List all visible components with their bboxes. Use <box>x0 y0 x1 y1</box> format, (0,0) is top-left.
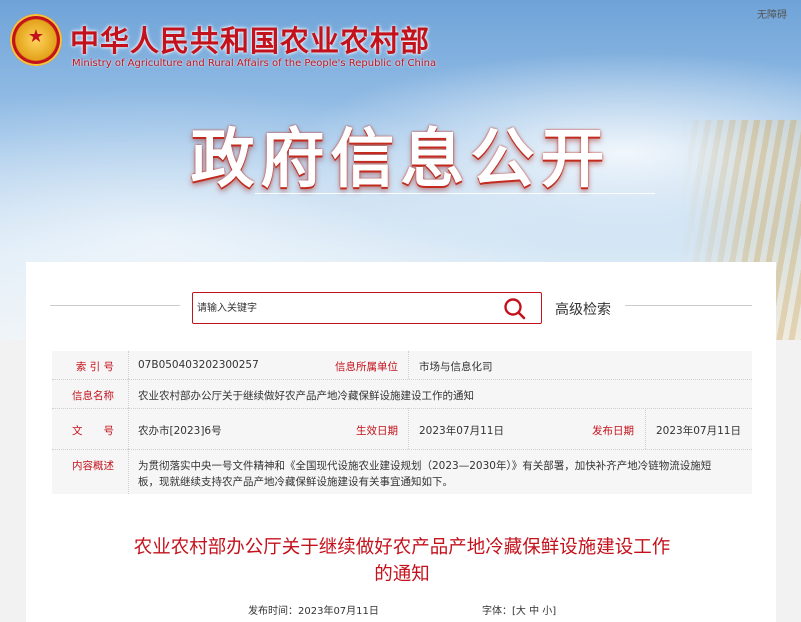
name-value: 农业农村部办公厅关于继续做好农产品产地冷藏保鲜设施建设工作的通知 <box>138 390 474 402</box>
meta-separator <box>645 408 647 449</box>
publish-date-value: 2023年07月11日 <box>656 425 741 437</box>
meta-separator <box>128 379 130 408</box>
search-divider-left <box>50 305 180 306</box>
unit-value: 市场与信息化司 <box>419 361 493 373</box>
summary-line-1: 为贯彻落实中央一号文件精神和《全国现代设施农业建设规划（2023—2030年）》… <box>138 460 712 472</box>
ministry-name-cn[interactable]: 中华人民共和国农业农村部 <box>70 18 430 60</box>
doc-number-value: 农办市[2023]6号 <box>138 425 222 437</box>
effective-date-value: 2023年07月11日 <box>419 425 504 437</box>
publish-date-label: 发布日期 <box>592 425 634 437</box>
meta-separator <box>408 408 410 449</box>
summary-label: 内容概述 <box>72 460 114 472</box>
document-title-line-2: 的通知 <box>374 564 430 585</box>
search-icon[interactable] <box>503 297 527 321</box>
name-label: 信息名称 <box>72 390 114 402</box>
accessibility-link[interactable]: 无障碍 <box>757 6 787 21</box>
index-label: 索 引 号 <box>75 361 114 373</box>
page-title: 政府信息公开 <box>190 123 611 197</box>
summary-line-2: 板，现就继续支持农产品产地冷藏保鲜设施建设有关事宜通知如下。 <box>138 476 453 488</box>
unit-label: 信息所属单位 <box>335 361 398 373</box>
font-size-selector[interactable]: 字体：[大 中 小] <box>482 602 556 617</box>
publish-time: 发布时间：2023年07月11日 <box>248 606 379 617</box>
meta-row-doc: 文 号 农办市[2023]6号 生效日期 2023年07月11日 发布日期 20… <box>52 408 752 450</box>
document-title: 农业农村部办公厅关于继续做好农产品产地冷藏保鲜设施建设工作 的通知 <box>52 534 752 588</box>
advanced-search-link[interactable]: 高级检索 <box>555 299 611 319</box>
doc-number-label: 文 号 <box>72 425 114 437</box>
search-box <box>192 292 542 324</box>
meta-separator <box>408 351 410 379</box>
meta-separator <box>128 408 130 449</box>
search-divider-right <box>625 305 752 306</box>
effective-date-label: 生效日期 <box>356 425 398 437</box>
national-emblem-icon: ★ <box>10 14 62 66</box>
search-input[interactable] <box>195 293 497 323</box>
meta-separator <box>128 351 130 379</box>
document-section: 农业农村部办公厅关于继续做好农产品产地冷藏保鲜设施建设工作 的通知 发布时间：2… <box>52 516 752 622</box>
info-metadata-table: 索 引 号 07B050403202300257 信息所属单位 市场与信息化司 … <box>52 351 752 494</box>
meta-row-index: 索 引 号 07B050403202300257 信息所属单位 市场与信息化司 <box>52 351 752 380</box>
title-divider <box>255 193 655 194</box>
meta-separator <box>128 449 130 494</box>
star-icon: ★ <box>27 25 45 47</box>
meta-row-summary: 内容概述 为贯彻落实中央一号文件精神和《全国现代设施农业建设规划（2023—20… <box>52 449 752 494</box>
index-value: 07B050403202300257 <box>138 359 259 371</box>
meta-row-name: 信息名称 农业农村部办公厅关于继续做好农产品产地冷藏保鲜设施建设工作的通知 <box>52 379 752 409</box>
document-title-line-1: 农业农村部办公厅关于继续做好农产品产地冷藏保鲜设施建设工作 <box>133 537 671 558</box>
ministry-name-en[interactable]: Ministry of Agriculture and Rural Affair… <box>72 58 436 69</box>
